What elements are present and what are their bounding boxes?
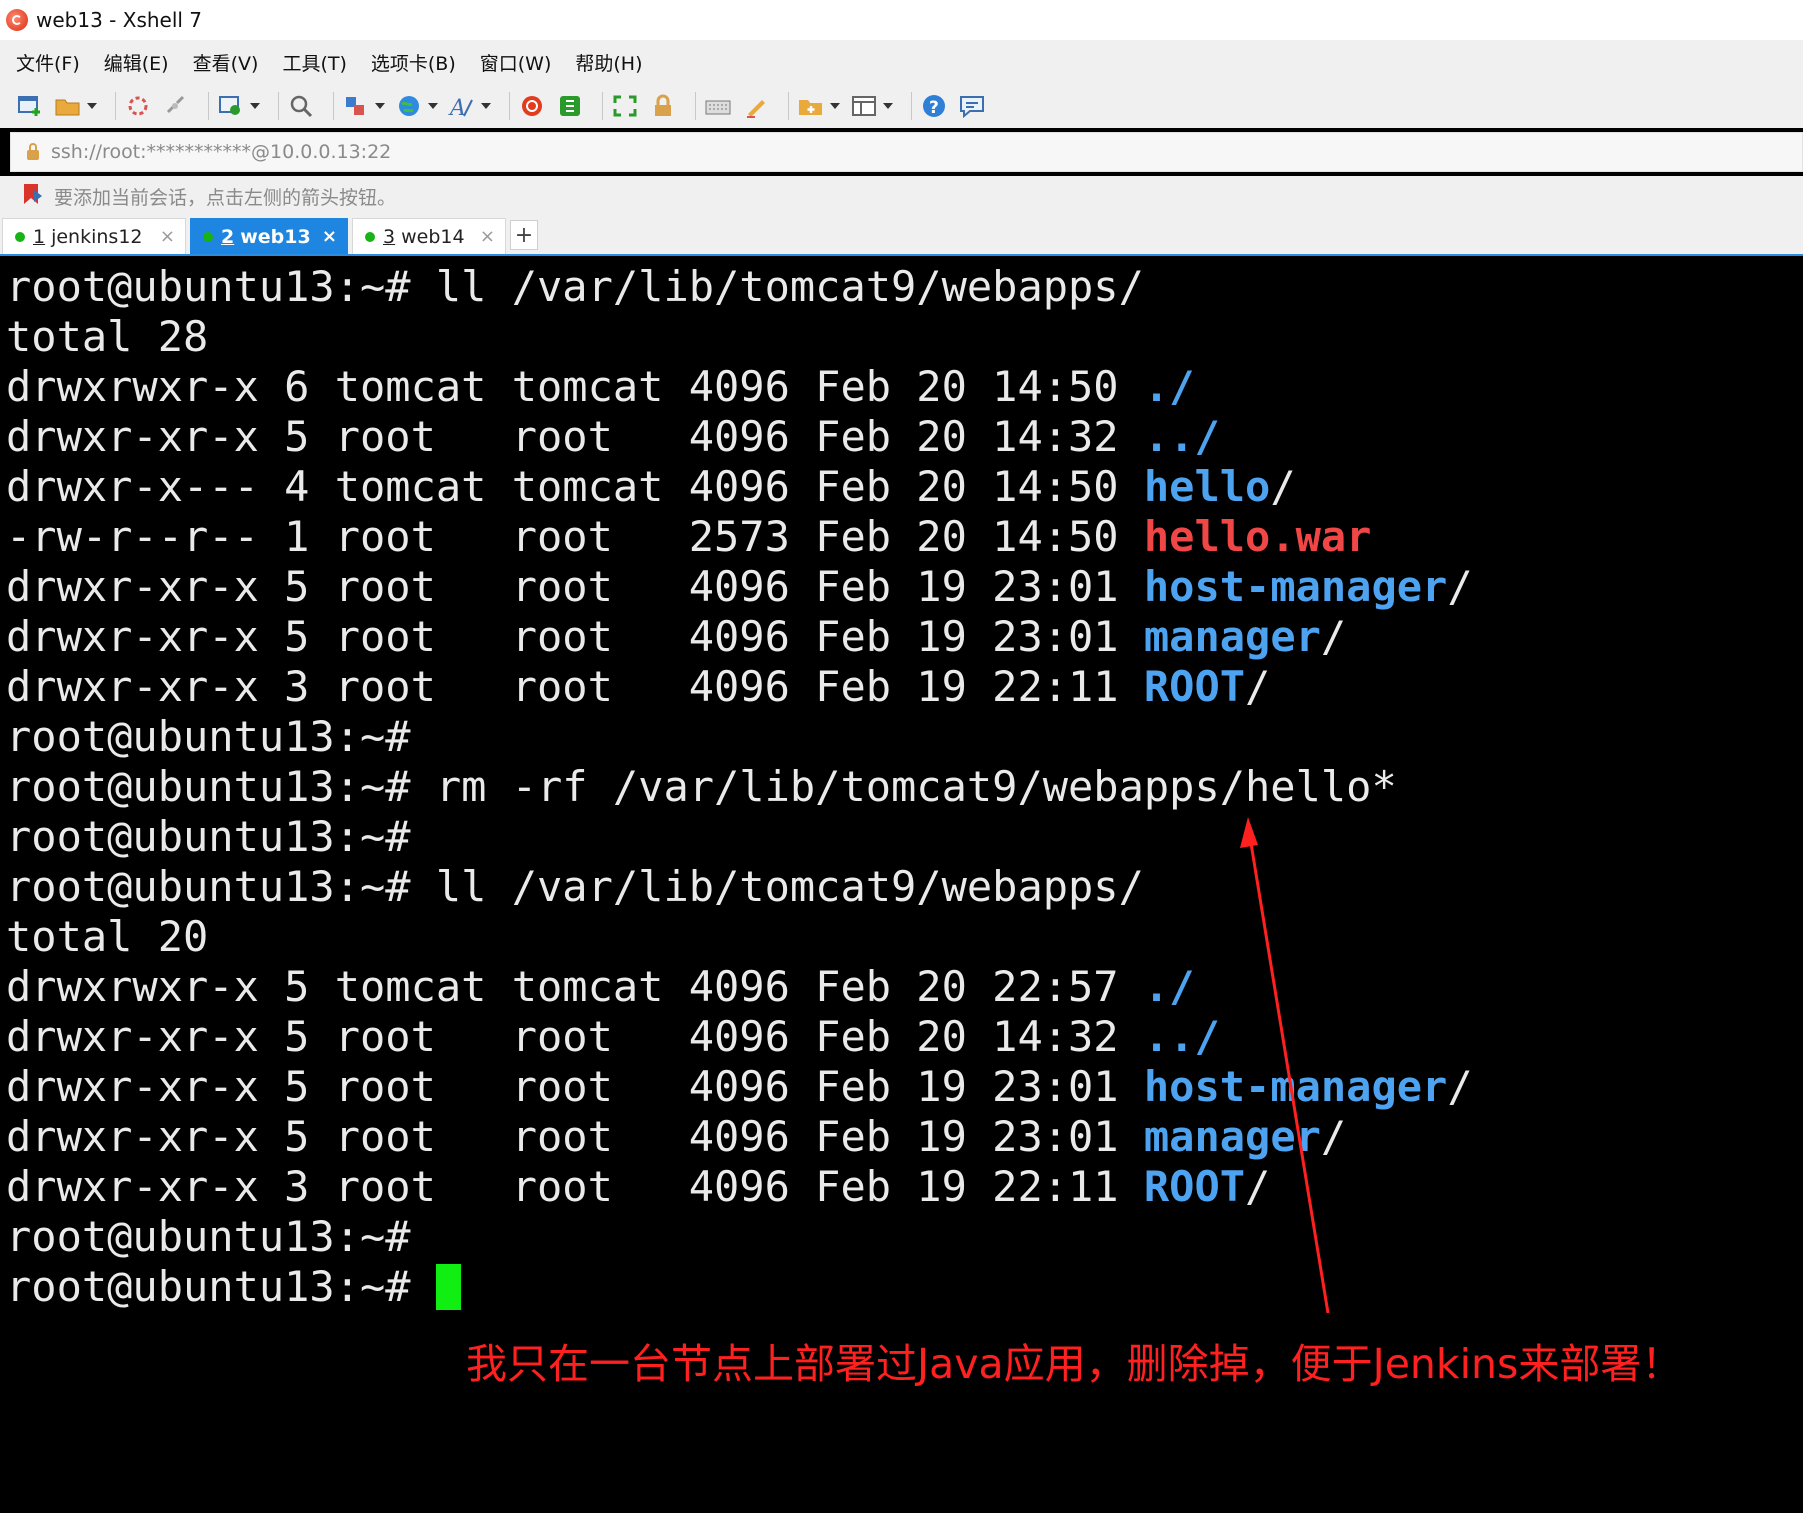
chevron-down-icon[interactable]: [250, 103, 260, 109]
lock-icon: [649, 93, 677, 119]
layout-icon: [850, 93, 878, 119]
menu-edit[interactable]: 编辑(E): [100, 47, 173, 78]
menu-view[interactable]: 查看(V): [189, 47, 263, 78]
xshell-button[interactable]: [518, 93, 546, 119]
tab-number: 1: [33, 225, 46, 248]
new-session-button[interactable]: [16, 93, 44, 119]
toolbar: A ?: [0, 84, 1803, 128]
transfer-icon: [342, 93, 370, 119]
close-icon[interactable]: ×: [160, 226, 175, 247]
toolbar-divider: [509, 92, 510, 120]
help-button[interactable]: ?: [920, 93, 948, 119]
tab-number: 2: [221, 225, 235, 248]
reconnect-button[interactable]: [124, 93, 152, 119]
bookmark-arrow-icon[interactable]: [22, 182, 44, 210]
tab-web14[interactable]: 3 web14 ×: [352, 218, 506, 254]
menu-window[interactable]: 窗口(W): [476, 47, 556, 78]
find-button[interactable]: [287, 93, 315, 119]
tab-jenkins12[interactable]: 1 jenkins12 ×: [2, 218, 186, 254]
connected-status-dot: [15, 231, 25, 242]
close-icon[interactable]: ×: [480, 226, 495, 247]
font-icon: A: [448, 93, 476, 119]
toolbar-divider: [208, 92, 209, 120]
globe-icon: [395, 93, 423, 119]
open-folder-icon: [54, 93, 82, 119]
chat-icon: [958, 93, 986, 119]
fullscreen-icon: [611, 93, 639, 119]
highlight-button[interactable]: [742, 93, 770, 119]
add-tab-button[interactable]: +: [510, 220, 538, 250]
keyboard-button[interactable]: [704, 93, 732, 119]
reconnect-icon: [124, 93, 152, 119]
toolbar-divider: [788, 92, 789, 120]
toolbar-divider: [602, 92, 603, 120]
menu-bar: 文件(F) 编辑(E) 查看(V) 工具(T) 选项卡(B) 窗口(W) 帮助(…: [0, 40, 1803, 84]
tab-label: jenkins12: [51, 225, 143, 248]
chevron-down-icon[interactable]: [428, 103, 438, 109]
disconnect-icon: [162, 93, 190, 119]
layout-button[interactable]: [850, 93, 893, 119]
disconnect-button[interactable]: [162, 93, 190, 119]
find-icon: [287, 93, 315, 119]
lock-button[interactable]: [649, 93, 677, 119]
chevron-down-icon[interactable]: [375, 103, 385, 109]
toolbar-divider: [333, 92, 334, 120]
highlight-icon: [742, 93, 770, 119]
toolbar-divider: [115, 92, 116, 120]
address-bar[interactable]: ssh://root:***********@10.0.0.13:22: [10, 132, 1803, 172]
tab-number: 3: [383, 225, 396, 248]
toolbar-divider: [695, 92, 696, 120]
font-button[interactable]: A: [448, 93, 491, 119]
fullscreen-button[interactable]: [611, 93, 639, 119]
compose-icon: [797, 93, 825, 119]
new-session-icon: [16, 93, 44, 119]
terminal-area[interactable]: root@ubuntu13:~# ll /var/lib/tomcat9/web…: [0, 258, 1803, 1513]
xftp-button[interactable]: [556, 93, 584, 119]
annotation-note: 我只在一台节点上部署过Java应用，删除掉，便于Jenkins来部署！: [466, 1340, 1683, 1388]
annotation-arrow-icon: [1240, 817, 1330, 1314]
xshell-app-icon: [6, 9, 28, 31]
connected-status-dot: [365, 231, 375, 242]
globe-button[interactable]: [395, 93, 438, 119]
chevron-down-icon[interactable]: [87, 103, 97, 109]
xftp-icon: [556, 93, 584, 119]
menu-help[interactable]: 帮助(H): [571, 47, 646, 78]
menu-file[interactable]: 文件(F): [12, 47, 84, 78]
hint-text: 要添加当前会话，点击左侧的箭头按钮。: [54, 186, 397, 209]
menu-tools[interactable]: 工具(T): [278, 47, 350, 78]
title-bar: web13 - Xshell 7: [0, 0, 1803, 40]
transfer-button[interactable]: [342, 93, 385, 119]
window-title: web13 - Xshell 7: [36, 8, 203, 32]
xshell-icon: [518, 93, 546, 119]
chevron-down-icon[interactable]: [481, 103, 491, 109]
chevron-down-icon[interactable]: [883, 103, 893, 109]
open-button[interactable]: [54, 93, 97, 119]
properties-button[interactable]: [217, 93, 260, 119]
tab-bar: 1 jenkins12 × 2 web13 × 3 web14 × +: [0, 216, 1803, 256]
chat-button[interactable]: [958, 93, 986, 119]
menu-tab[interactable]: 选项卡(B): [367, 47, 460, 78]
compose-button[interactable]: [797, 93, 840, 119]
tab-label: web14: [401, 225, 465, 248]
keyboard-icon: [704, 93, 732, 119]
svg-text:?: ?: [929, 98, 939, 118]
address-value[interactable]: ssh://root:***********@10.0.0.13:22: [51, 141, 391, 163]
properties-icon: [217, 93, 245, 119]
svg-text:A: A: [448, 96, 466, 118]
lock-icon: [27, 142, 39, 160]
connected-status-dot: [203, 231, 213, 242]
session-hint-bar: 要添加当前会话，点击左侧的箭头按钮。: [0, 176, 1803, 216]
toolbar-divider: [278, 92, 279, 120]
toolbar-divider: [911, 92, 912, 120]
chevron-down-icon[interactable]: [830, 103, 840, 109]
tab-label: web13: [240, 225, 311, 248]
tab-web13[interactable]: 2 web13 ×: [190, 218, 348, 254]
close-icon[interactable]: ×: [322, 226, 337, 247]
help-icon: ?: [920, 93, 948, 119]
